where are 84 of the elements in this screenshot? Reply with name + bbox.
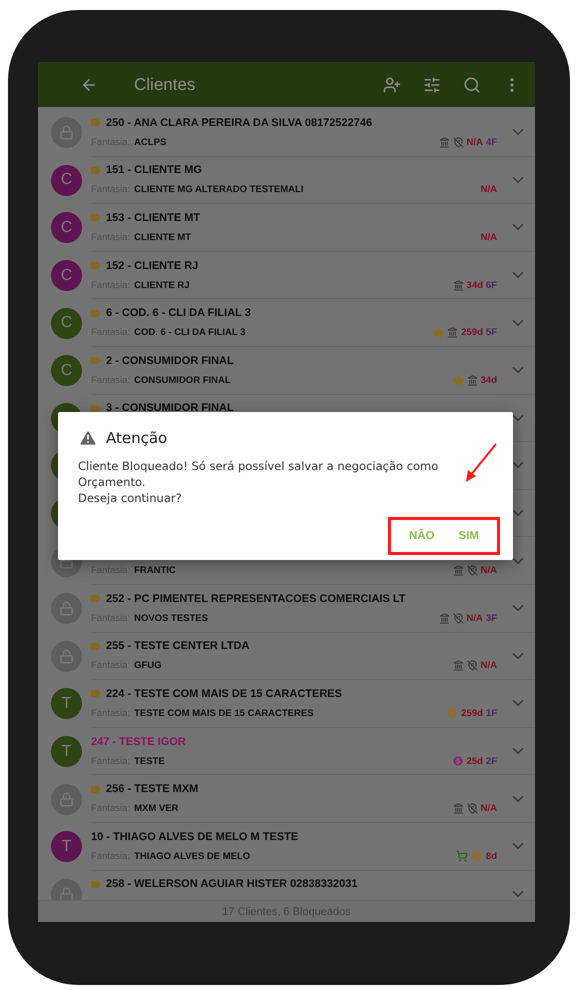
annotation-arrow bbox=[464, 442, 498, 484]
client-name: 255 - TESTE CENTER LTDA bbox=[106, 640, 250, 652]
pin-off-icon bbox=[466, 660, 478, 672]
star-icon bbox=[452, 374, 464, 386]
client-name: 153 - CLIENTE MT bbox=[106, 212, 200, 224]
status-text: 8d bbox=[486, 850, 497, 862]
client-name: 252 - PC PIMENTEL REPRESENTACOES COMERCIAIS LT bbox=[106, 592, 406, 605]
dialog-button[interactable]: NÃO bbox=[398, 526, 445, 546]
bank-icon bbox=[438, 612, 450, 624]
cart-icon bbox=[456, 850, 468, 862]
status-text: 259d bbox=[461, 708, 483, 719]
client-name: 3 - CONSUMIDOR FINAL bbox=[106, 402, 234, 414]
status-text: N/A bbox=[480, 660, 497, 672]
status-text: N/A bbox=[466, 136, 483, 148]
pin-off-icon bbox=[466, 565, 478, 576]
client-name: 6 - COD. 6 - CLI DA FILIAL 3 bbox=[106, 307, 251, 320]
count-text: 2F bbox=[486, 756, 497, 767]
fantasia-value: ACLPS bbox=[134, 136, 168, 148]
status-text: N/A bbox=[480, 565, 497, 576]
filter-icon[interactable] bbox=[423, 76, 441, 94]
letter-avatar: C bbox=[51, 212, 82, 244]
client-name: 258 - WELERSON AGUIAR HISTER 02838332031 bbox=[106, 878, 358, 890]
pin-off-icon bbox=[452, 136, 464, 148]
client-name: 247 - TESTE IGOR bbox=[91, 736, 186, 748]
fantasia-value: CONSUMIDOR FINAL bbox=[134, 374, 232, 386]
status-text: N/A bbox=[466, 612, 483, 624]
fantasia-value: CLIENTE MT bbox=[134, 232, 192, 243]
letter-avatar: C bbox=[51, 164, 82, 196]
status-text: 259d bbox=[461, 327, 483, 338]
letter-avatar: T bbox=[51, 831, 82, 862]
fantasia-value: COD. 6 - CLI DA FILIAL 3 bbox=[134, 327, 246, 338]
fantasia-value: NOVOS TESTES bbox=[134, 612, 209, 624]
dialog-message: Cliente Bloqueado! Só será possível salvar a negociação como Orçamento. Deseja continuar? bbox=[78, 458, 440, 506]
fantasia-value: FRANTIC bbox=[134, 565, 177, 576]
letter-avatar: T bbox=[51, 688, 82, 720]
bank-icon bbox=[452, 565, 464, 576]
fantasia-value: MXM VER bbox=[134, 803, 180, 814]
fantasia-value: CLIENTE MG ALTERADO TESTEMALI bbox=[134, 184, 304, 196]
count-text: 1F bbox=[486, 708, 497, 719]
bank-icon bbox=[447, 327, 458, 338]
letter-avatar: T bbox=[51, 736, 82, 768]
fantasia-value: THIAGO ALVES DE MELO bbox=[134, 850, 252, 862]
warning-icon bbox=[78, 428, 98, 448]
client-name: 152 - CLIENTE RJ bbox=[106, 260, 198, 272]
pin-off-icon bbox=[452, 612, 464, 624]
star-icon bbox=[433, 327, 444, 338]
count-text: 6F bbox=[486, 280, 497, 291]
status-text: 25d bbox=[466, 756, 483, 767]
status-text: 34d bbox=[466, 280, 483, 291]
count-text: 5F bbox=[486, 327, 497, 338]
client-name: 250 - ANA CLARA PEREIRA DA SILVA 08172522746 bbox=[106, 116, 372, 129]
status-text: 34d bbox=[480, 374, 497, 386]
fantasia-value: GFUG bbox=[134, 660, 163, 672]
bank-icon bbox=[438, 136, 450, 148]
client-name: 10 - THIAGO ALVES DE MELO M TESTE bbox=[91, 830, 298, 843]
client-name: 151 - CLIENTE MG bbox=[106, 164, 202, 176]
bank-icon bbox=[466, 374, 478, 386]
fantasia-value: TESTE COM MAIS DE 15 CARACTERES bbox=[134, 708, 315, 719]
lock-avatar bbox=[51, 784, 82, 815]
lock-avatar bbox=[51, 117, 82, 148]
lock-avatar bbox=[51, 640, 82, 672]
fantasia-value: TESTE bbox=[134, 756, 166, 767]
bank-icon bbox=[452, 280, 464, 291]
add-person-icon[interactable] bbox=[383, 76, 401, 94]
fantasia-value: CLIENTE RJ bbox=[134, 280, 191, 291]
screen-title: Clientes bbox=[134, 74, 196, 94]
count-text: 4F bbox=[486, 136, 497, 148]
client-name: 2 - CONSUMIDOR FINAL bbox=[106, 354, 234, 367]
letter-avatar: C bbox=[51, 355, 82, 386]
dialog-title: Atenção bbox=[106, 429, 168, 447]
client-name: 256 - TESTE MXM bbox=[106, 783, 198, 796]
bank-icon bbox=[452, 660, 464, 672]
client-name: 224 - TESTE COM MAIS DE 15 CARACTERES bbox=[106, 688, 342, 700]
bank-icon bbox=[452, 803, 464, 814]
status-text: N/A bbox=[480, 803, 497, 814]
status-text: N/A bbox=[480, 232, 497, 243]
letter-avatar: C bbox=[51, 308, 82, 339]
status-text: N/A bbox=[480, 184, 497, 196]
pin-off-icon bbox=[466, 803, 478, 814]
dialog-button[interactable]: SIM bbox=[448, 526, 489, 546]
count-text: 3F bbox=[486, 612, 497, 624]
lock-avatar bbox=[51, 593, 82, 624]
search-icon[interactable] bbox=[463, 76, 481, 94]
letter-avatar: C bbox=[51, 260, 82, 292]
